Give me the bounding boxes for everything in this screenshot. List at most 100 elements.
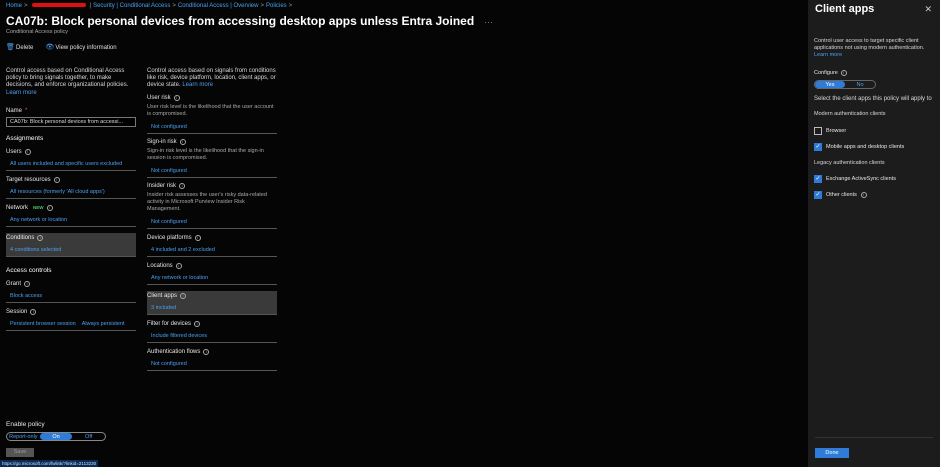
other-clients-checkbox[interactable]: ✓ — [814, 191, 822, 200]
locations-section: Locations i Any network or location — [147, 262, 277, 285]
grant-section: Grant i Block access — [6, 280, 136, 303]
info-icon[interactable]: i — [53, 176, 60, 183]
learn-more-link[interactable]: Learn more — [6, 90, 37, 96]
client-apps-section[interactable]: Client apps i 3 included — [147, 290, 277, 315]
device-platforms-label: Device platforms — [147, 234, 192, 241]
user-risk-label-row: User risk i — [147, 94, 277, 101]
network-label: Network — [6, 204, 29, 211]
info-icon[interactable]: i — [30, 308, 37, 315]
conditions-learn-more-link[interactable]: Learn more — [182, 82, 213, 88]
device-platforms-section: Device platforms i 4 included and 2 exclu… — [147, 234, 277, 257]
browser-checkbox[interactable] — [814, 127, 822, 136]
insider-risk-link[interactable]: Not configured — [151, 219, 277, 225]
view-policy-info-button[interactable]: 👁 View policy information — [45, 44, 116, 51]
user-risk-description: User risk level is the likelihood that t… — [147, 103, 274, 117]
configure-no-option[interactable]: No — [845, 81, 875, 88]
target-label-row: Target resources i — [6, 176, 136, 183]
exchange-checkbox-row[interactable]: ✓ Exchange ActiveSync clients — [814, 175, 932, 184]
session-values: Persistent browser session Always persis… — [10, 321, 136, 327]
configure-yes-option[interactable]: Yes — [815, 81, 845, 88]
browser-checkbox-row[interactable]: Browser — [814, 127, 932, 136]
breadcrumb-overview[interactable]: Conditional Access | Overview — [178, 3, 259, 9]
info-icon[interactable]: i — [203, 348, 210, 355]
info-icon[interactable]: i — [194, 320, 201, 327]
signin-risk-section: Sign-in risk i Sign-in risk level is the … — [147, 138, 277, 178]
panel-content: Control user access to target specific c… — [814, 38, 932, 200]
session-section: Session i Persistent browser session Alwa… — [6, 308, 136, 331]
device-platforms-label-row: Device platforms i — [147, 234, 277, 241]
filter-devices-link[interactable]: Include filtered devices — [151, 333, 277, 339]
breadcrumb-home[interactable]: Home — [6, 3, 22, 9]
grant-label: Grant — [6, 280, 22, 287]
insider-risk-label-row: Insider risk i — [147, 182, 277, 189]
session-link[interactable]: Persistent browser session — [10, 321, 76, 327]
panel-intro: Control user access to target specific c… — [814, 38, 932, 59]
users-link[interactable]: All users included and specific users ex… — [10, 161, 136, 167]
signin-risk-description: Sign-in risk level is the likelihood tha… — [147, 147, 264, 161]
grant-link[interactable]: Block access — [10, 293, 136, 299]
info-icon[interactable]: i — [24, 280, 31, 287]
on-option[interactable]: On — [39, 433, 73, 440]
other-clients-checkbox-row[interactable]: ✓ Other clients i — [814, 191, 932, 200]
info-icon[interactable]: i — [194, 234, 201, 241]
insider-risk-section: Insider risk i Insider risk assesses the … — [147, 182, 277, 229]
info-icon[interactable]: i — [37, 234, 44, 241]
insider-risk-description: Insider risk assesses the user's risky d… — [147, 191, 267, 212]
info-icon[interactable]: i — [175, 262, 182, 269]
info-icon[interactable]: i — [840, 70, 847, 76]
client-apps-label: Client apps — [147, 292, 178, 299]
breadcrumb-policies[interactable]: Policies — [266, 3, 287, 9]
policy-name-input[interactable]: CA07b: Block personal devices from acces… — [6, 116, 136, 127]
mobile-checkbox-row[interactable]: ✓ Mobile apps and desktop clients — [814, 143, 932, 152]
target-resources-link[interactable]: All resources (formerly 'All cloud apps'… — [10, 189, 136, 195]
info-icon[interactable]: i — [860, 192, 867, 199]
save-button[interactable]: Save — [6, 448, 34, 457]
policy-intro: Control access based on Conditional Acce… — [6, 68, 136, 97]
mobile-checkbox[interactable]: ✓ — [814, 143, 822, 152]
new-badge: NEW — [33, 205, 44, 211]
enable-policy: Enable policy Report-only On Off — [6, 421, 106, 441]
info-icon[interactable]: i — [24, 148, 31, 155]
auth-flows-link[interactable]: Not configured — [151, 361, 277, 367]
users-label-row: Users i — [6, 148, 136, 155]
more-options-icon[interactable]: ··· — [484, 17, 493, 27]
session-persistence-link[interactable]: Always persistent — [82, 321, 125, 327]
policy-intro-text: Control access based on Conditional Acce… — [6, 68, 129, 89]
info-icon[interactable]: i — [173, 94, 180, 101]
page-title-row: CA07b: Block personal devices from acces… — [6, 14, 493, 28]
configure-toggle: Yes No — [814, 80, 876, 89]
page-subtitle: Conditional Access policy — [6, 29, 69, 35]
done-button[interactable]: Done — [815, 448, 849, 458]
off-option[interactable]: Off — [72, 433, 105, 440]
info-icon[interactable]: i — [46, 204, 53, 211]
conditions-section[interactable]: Conditions i 4 conditions selected — [6, 232, 136, 257]
user-risk-link[interactable]: Not configured — [151, 124, 277, 130]
browser-label: Browser — [826, 128, 847, 135]
locations-link[interactable]: Any network or location — [151, 275, 277, 281]
policy-editor: Home > | Security | Conditional Access > Cond… — [0, 0, 808, 467]
panel-learn-more-link[interactable]: Learn more — [814, 52, 842, 58]
user-risk-label: User risk — [147, 94, 171, 101]
client-apps-panel: Client apps ✕ Control user access to tar… — [808, 0, 940, 467]
toolbar: 🗑 Delete 👁 View policy information — [6, 44, 117, 51]
session-label-row: Session i — [6, 308, 136, 315]
network-link[interactable]: Any network or location — [10, 217, 136, 223]
legacy-auth-heading: Legacy authentication clients — [814, 160, 885, 167]
report-only-option[interactable]: Report-only — [7, 433, 40, 440]
conditions-link[interactable]: 4 conditions selected — [10, 247, 136, 253]
delete-button[interactable]: 🗑 Delete — [6, 44, 33, 51]
filter-label: Filter for devices — [147, 320, 192, 327]
breadcrumb-security[interactable]: Security | Conditional Access — [93, 3, 170, 9]
conditions-column: Control access based on signals from con… — [147, 68, 277, 371]
device-platforms-link[interactable]: 4 included and 2 excluded — [151, 247, 277, 253]
locations-label-row: Locations i — [147, 262, 277, 269]
info-icon[interactable]: i — [179, 138, 186, 145]
name-label-row: Name * — [6, 108, 136, 114]
info-icon[interactable]: i — [180, 292, 187, 299]
client-apps-link[interactable]: 3 included — [151, 305, 277, 311]
close-icon[interactable]: ✕ — [924, 4, 932, 15]
signin-risk-link[interactable]: Not configured — [151, 168, 277, 174]
info-icon[interactable]: i — [179, 182, 186, 189]
access-controls-heading: Access controls — [6, 266, 52, 274]
exchange-checkbox[interactable]: ✓ — [814, 175, 822, 184]
